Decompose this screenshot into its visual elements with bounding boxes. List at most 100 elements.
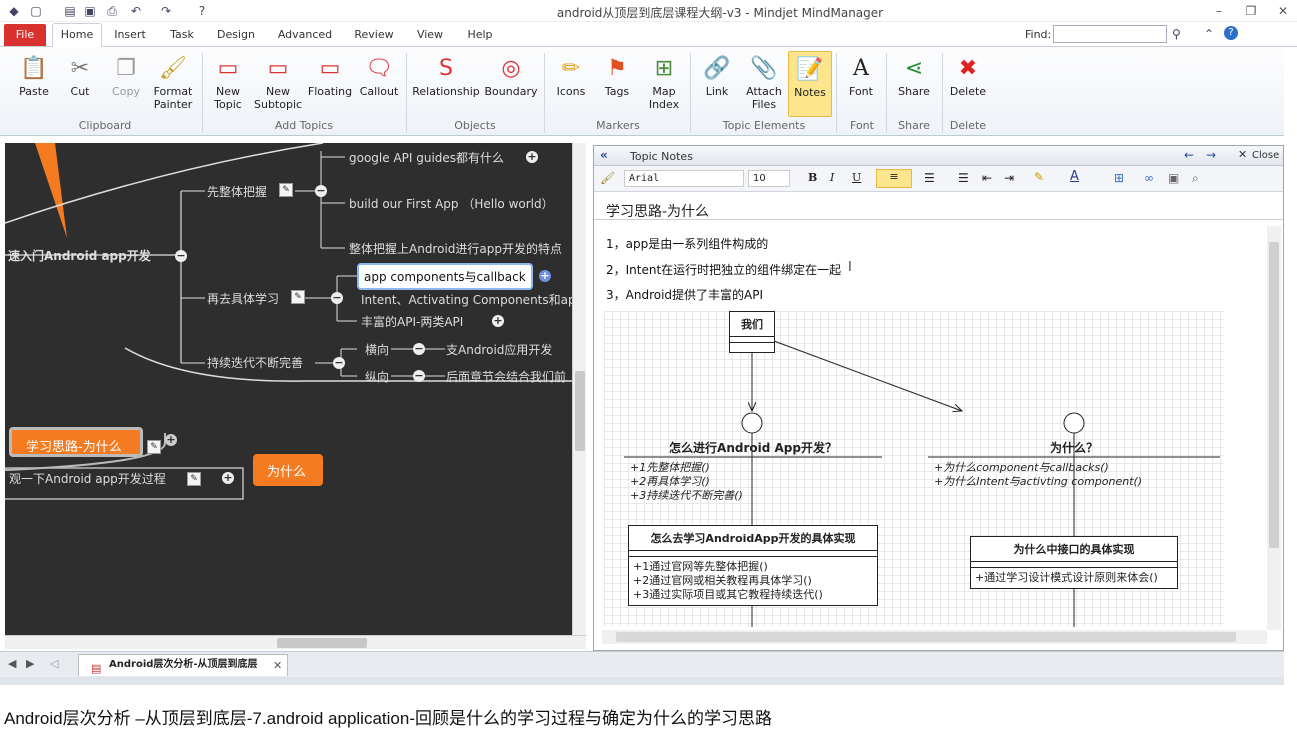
uml-class-we[interactable]: 我们	[729, 311, 775, 353]
tab-advanced[interactable]: Advanced	[270, 26, 340, 46]
map-index-button[interactable]: ⊞ Map Index	[642, 51, 686, 117]
callout-button[interactable]: 🗨 Callout	[356, 51, 402, 117]
highlight-icon[interactable]: ✎	[1034, 170, 1044, 184]
topic-vertical-child[interactable]: 后面章节会结合我们前	[446, 368, 566, 385]
format-brush-icon[interactable]: 🖌	[600, 171, 615, 185]
paste-button[interactable]: 📋 Paste	[12, 51, 56, 117]
expand-icon[interactable]: +	[539, 270, 551, 282]
note-line-2[interactable]: 2，Intent在运行时把独立的组件绑定在一起	[606, 261, 841, 278]
help-icon[interactable]: ?	[194, 3, 210, 19]
topic-intent[interactable]: Intent、Activating Components和ap	[361, 291, 572, 308]
boundary-button[interactable]: ◎ Boundary	[484, 51, 538, 117]
tab-file[interactable]: File	[4, 24, 46, 46]
main-topic[interactable]: 速入门Android app开发	[8, 247, 151, 264]
close-window-icon[interactable]: ✕	[1274, 3, 1292, 19]
notes-horizontal-scrollbar[interactable]	[602, 630, 1267, 644]
topic-first-app[interactable]: build our First App （Hello world）	[349, 195, 554, 212]
bullet-list-icon[interactable]: ☰	[958, 171, 969, 185]
cut-button[interactable]: ✂ Cut	[60, 51, 100, 117]
link-button[interactable]: 🔗 Link	[696, 51, 738, 117]
topic-features[interactable]: 整体把握上Android进行app开发的特点	[349, 240, 562, 257]
note-icon[interactable]: ✎	[279, 183, 293, 197]
topic-google-api[interactable]: google API guides都有什么	[349, 149, 504, 166]
delete-button[interactable]: ✖ Delete	[946, 51, 990, 117]
icons-button[interactable]: ✏ Icons	[550, 51, 592, 117]
indent-icon[interactable]: ⇥	[1004, 171, 1014, 185]
collapse-icon[interactable]: −	[413, 343, 425, 355]
collapse-icon[interactable]: −	[175, 250, 187, 262]
scroll-thumb[interactable]	[616, 632, 1236, 642]
topic-horizontal-child[interactable]: 支Android应用开发	[446, 341, 552, 358]
tab-home[interactable]: Home	[52, 23, 102, 47]
tab-view[interactable]: View	[408, 26, 452, 46]
expand-icon[interactable]: +	[222, 472, 234, 484]
note-icon[interactable]: ✎	[291, 290, 305, 304]
font-button[interactable]: A Font	[842, 51, 880, 117]
numbered-list-icon[interactable]: ☰	[924, 171, 935, 185]
save-icon[interactable]: ▣	[82, 3, 98, 19]
font-name-select[interactable]: Arial	[624, 170, 744, 187]
font-color-icon[interactable]: A	[1070, 169, 1079, 184]
scroll-thumb[interactable]	[575, 371, 585, 451]
new-topic-button[interactable]: ▭ New Topic	[206, 51, 250, 117]
undo-icon[interactable]: ↶	[128, 3, 144, 19]
new-doc-icon[interactable]: ▢	[28, 3, 44, 19]
table-icon[interactable]: ⊞	[1114, 171, 1124, 185]
nav-back-icon[interactable]: ◀	[8, 657, 16, 670]
expand-icon[interactable]: +	[165, 434, 177, 446]
topic-vertical[interactable]: 纵向	[365, 368, 389, 385]
tab-design[interactable]: Design	[212, 26, 260, 46]
expand-icon[interactable]: +	[492, 315, 504, 327]
minimize-icon[interactable]: –	[1210, 3, 1228, 19]
scroll-thumb[interactable]	[277, 638, 367, 648]
close-button[interactable]: Close	[1252, 150, 1279, 161]
tab-review[interactable]: Review	[348, 26, 400, 46]
topic-components-selected[interactable]: app components与callback	[357, 263, 533, 290]
expand-icon[interactable]: +	[526, 151, 538, 163]
binoculars-icon[interactable]: ⚲	[1172, 27, 1181, 41]
topic-overall[interactable]: 先整体把握	[207, 183, 267, 200]
collapse-ribbon-icon[interactable]: ⌃	[1204, 27, 1214, 41]
restore-icon[interactable]: ❐	[1242, 3, 1260, 19]
help-circle-icon[interactable]: ?	[1224, 26, 1238, 40]
notes-vertical-scrollbar[interactable]	[1267, 226, 1281, 630]
italic-icon[interactable]: I	[830, 171, 834, 184]
hyperlink-icon[interactable]: ∞	[1144, 171, 1154, 185]
new-subtopic-button[interactable]: ▭ New Subtopic	[254, 51, 302, 117]
uml-diagram[interactable]: 我们 怎么进行Android App开发？ +1先整体把握() +2再具体学习(…	[604, 311, 1224, 627]
notes-button[interactable]: 📝 Notes	[788, 51, 832, 117]
uml-class-impl[interactable]: 怎么去学习AndroidApp开发的具体实现 +1通过官网等先整体把握() +2…	[628, 525, 878, 606]
forward-arrow-icon[interactable]: →	[1206, 148, 1216, 162]
mindmap-canvas[interactable]: 速入门Android app开发 − 先整体把握 ✎ − google API …	[5, 143, 572, 635]
topic-review[interactable]: 观一下Android app开发过程	[9, 470, 166, 487]
attach-files-button[interactable]: 📎 Attach Files	[742, 51, 786, 117]
collapse-icon[interactable]: −	[331, 292, 343, 304]
relationship-button[interactable]: S Relationship	[412, 51, 480, 117]
collapse-icon[interactable]: −	[413, 370, 425, 382]
bold-icon[interactable]: B	[808, 171, 817, 184]
mindmap-horizontal-scrollbar[interactable]	[5, 635, 586, 649]
tab-insert[interactable]: Insert	[108, 26, 152, 46]
back-arrow-icon[interactable]: ←	[1184, 148, 1194, 162]
collapse-panel-icon[interactable]: «	[600, 148, 608, 162]
tab-task[interactable]: Task	[160, 26, 204, 46]
underline-icon[interactable]: U	[852, 171, 861, 184]
redo-icon[interactable]: ↷	[158, 3, 174, 19]
align-left-icon[interactable]: ≡	[876, 169, 912, 188]
note-line-1[interactable]: 1，app是由一系列组件构成的	[606, 235, 768, 252]
collapse-icon[interactable]: −	[333, 357, 345, 369]
copy-button[interactable]: ❐ Copy	[104, 51, 148, 117]
find-input[interactable]	[1053, 25, 1167, 43]
topic-api[interactable]: 丰富的API-两类API	[361, 313, 463, 330]
outdent-icon[interactable]: ⇤	[982, 171, 992, 185]
note-icon[interactable]: ✎	[187, 472, 201, 486]
nav-forward-icon[interactable]: ▶	[26, 657, 34, 670]
tags-button[interactable]: ⚑ Tags	[596, 51, 638, 117]
uml-class-interface[interactable]: 为什么中接口的具体实现 +通过学习设计模式设计原则来体会()	[970, 536, 1178, 589]
find-replace-icon[interactable]: ⌕	[1192, 171, 1199, 186]
close-x-icon[interactable]: ✕	[1238, 148, 1247, 161]
close-tab-icon[interactable]: ✕	[273, 656, 282, 676]
topic-horizontal[interactable]: 横向	[365, 341, 389, 358]
topic-detail[interactable]: 再去具体学习	[207, 290, 279, 307]
note-icon[interactable]: ✎	[147, 440, 161, 454]
